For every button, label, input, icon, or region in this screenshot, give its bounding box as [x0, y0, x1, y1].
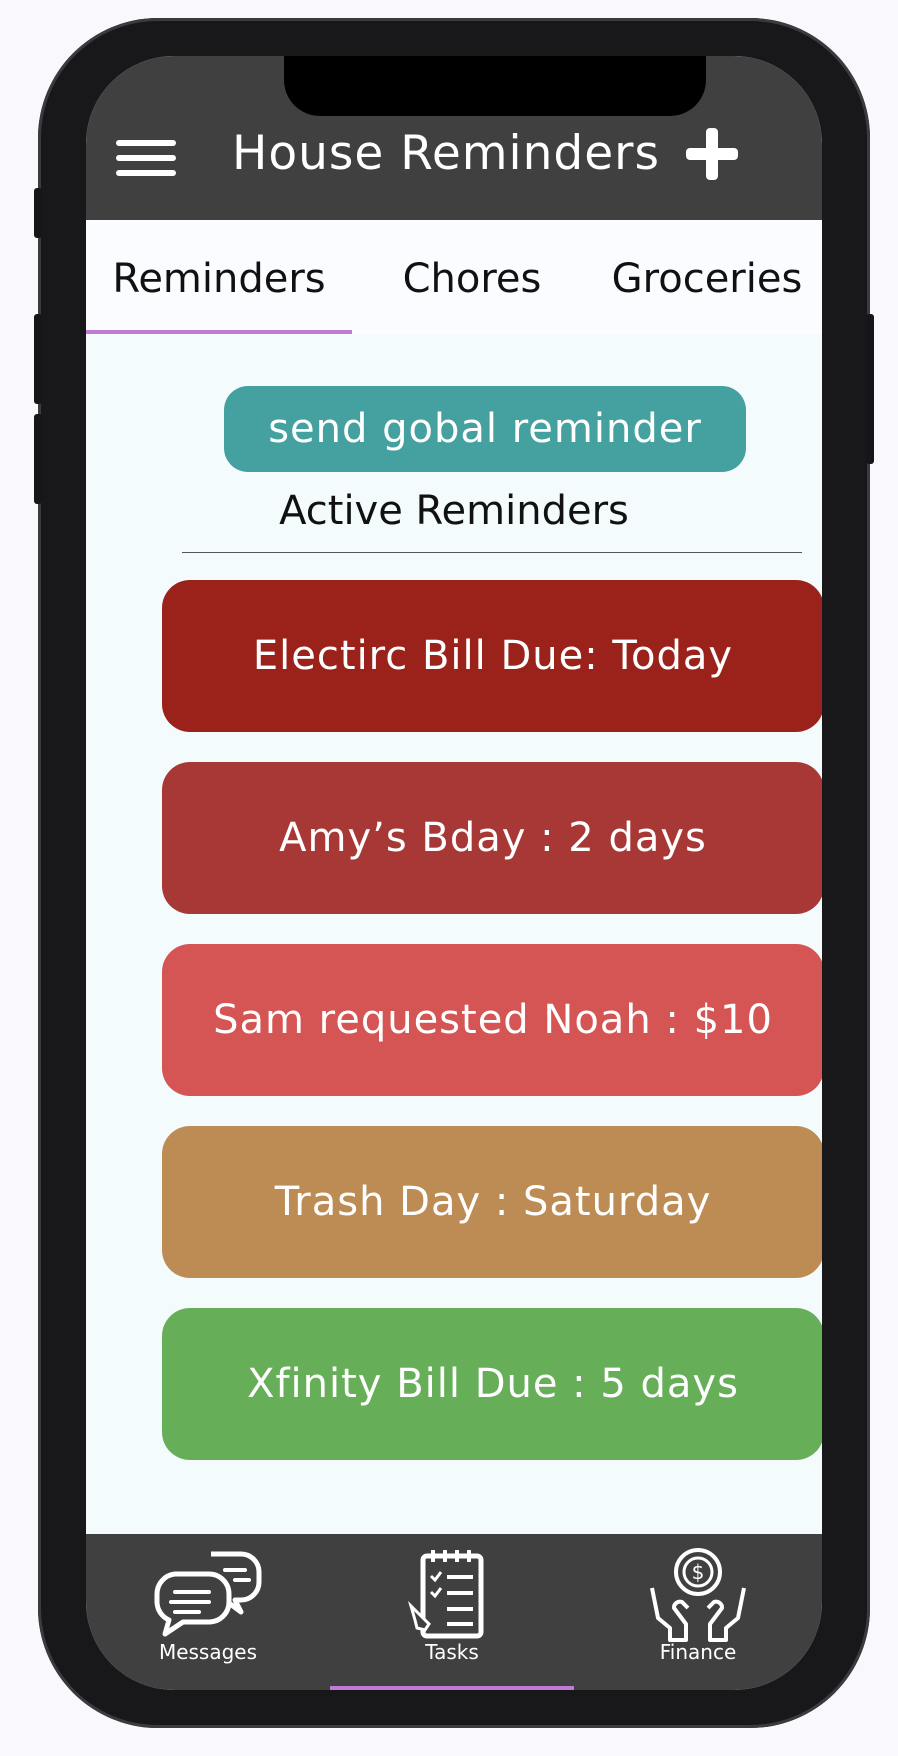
tab-chores[interactable]: Chores: [352, 256, 592, 302]
reminder-card[interactable]: Xfinity Bill Due : 5 days: [162, 1308, 822, 1460]
reminder-card[interactable]: Trash Day : Saturday: [162, 1126, 822, 1278]
phone-frame: House Reminders Reminders Chores Groceri…: [34, 18, 874, 1728]
nav-messages[interactable]: Messages: [86, 1534, 330, 1690]
page-title: House Reminders: [232, 126, 660, 181]
messages-icon: [154, 1551, 262, 1637]
active-nav-indicator: [330, 1686, 574, 1690]
divider: [182, 552, 802, 553]
nav-finance[interactable]: $ Finance: [574, 1534, 822, 1690]
svg-text:$: $: [692, 1560, 705, 1584]
mute-switch: [34, 188, 42, 238]
app-screen: House Reminders Reminders Chores Groceri…: [86, 56, 822, 1690]
nav-label-finance: Finance: [659, 1640, 737, 1664]
section-title: Active Reminders: [279, 488, 629, 534]
add-icon[interactable]: [684, 126, 740, 182]
reminder-card[interactable]: Electirc Bill Due: Today: [162, 580, 822, 732]
finance-icon: $: [650, 1548, 746, 1642]
tasks-icon: [407, 1550, 484, 1639]
tab-reminders[interactable]: Reminders: [86, 256, 352, 302]
nav-tasks[interactable]: Tasks: [330, 1534, 574, 1690]
volume-up-button: [34, 314, 42, 404]
bottom-navigation: Messages Tasks $ Finance: [86, 1534, 822, 1690]
reminder-card[interactable]: Sam requested Noah : $10: [162, 944, 822, 1096]
volume-down-button: [34, 414, 42, 504]
tab-groceries[interactable]: Groceries: [592, 256, 822, 302]
reminder-card[interactable]: Amy’s Bday : 2 days: [162, 762, 822, 914]
send-global-reminder-button[interactable]: send gobal reminder: [224, 386, 746, 472]
menu-icon[interactable]: [116, 140, 176, 176]
power-button: [866, 314, 874, 464]
nav-label-messages: Messages: [158, 1640, 258, 1664]
nav-label-tasks: Tasks: [425, 1640, 479, 1664]
active-tab-indicator: [86, 330, 352, 334]
notch: [284, 56, 706, 116]
tab-bar: Reminders Chores Groceries: [86, 220, 822, 334]
